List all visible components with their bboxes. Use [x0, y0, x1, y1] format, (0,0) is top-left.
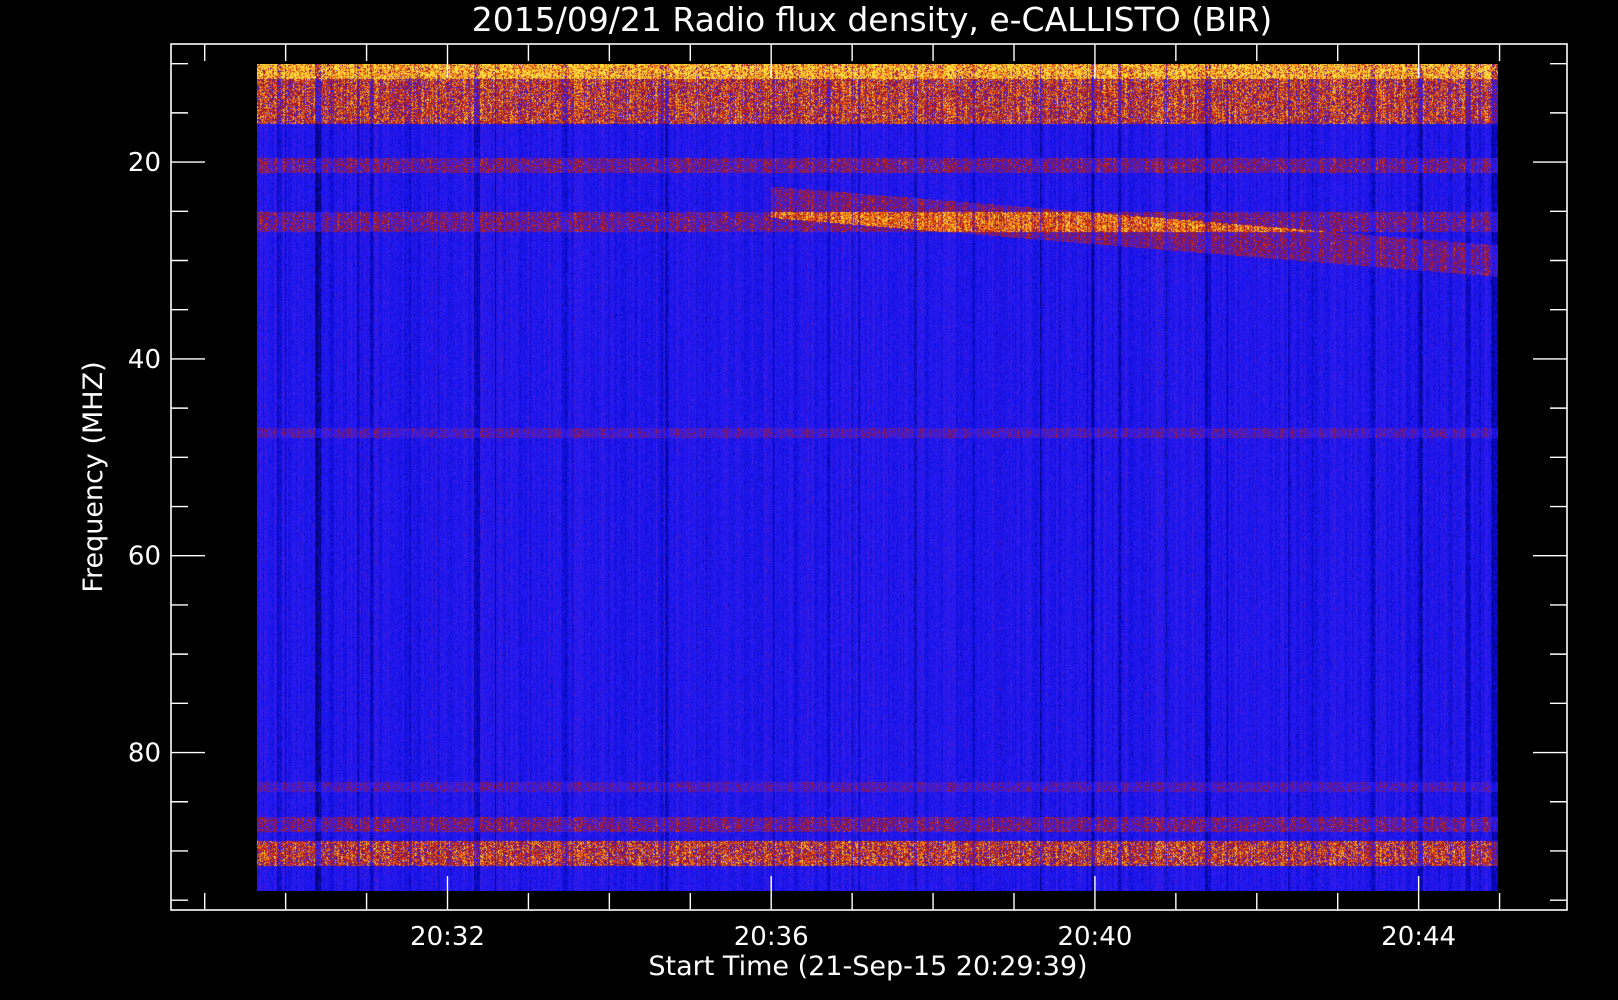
heatmap-canvas: [257, 63, 1499, 891]
x-tick-label: 20:44: [1381, 922, 1456, 952]
x-tick-label: 20:36: [734, 922, 809, 952]
x-tick-label: 20:32: [410, 922, 485, 952]
spectrogram-figure: 2015/09/21 Radio flux density, e-CALLIST…: [0, 0, 1618, 1000]
chart-title: 2015/09/21 Radio flux density, e-CALLIST…: [472, 0, 1273, 39]
heatmap-cell-container: [257, 63, 1499, 891]
x-tick-label: 20:40: [1057, 922, 1132, 952]
x-axis-label: Start Time (21-Sep-15 20:29:39): [648, 951, 1087, 982]
y-tick-label: 80: [128, 739, 161, 769]
y-tick-label: 40: [128, 345, 161, 375]
y-tick-label: 60: [128, 542, 161, 572]
y-axis-label: Frequency (MHZ): [78, 361, 109, 592]
spectrogram-heatmap: [257, 63, 1499, 891]
y-tick-label: 20: [128, 148, 161, 178]
